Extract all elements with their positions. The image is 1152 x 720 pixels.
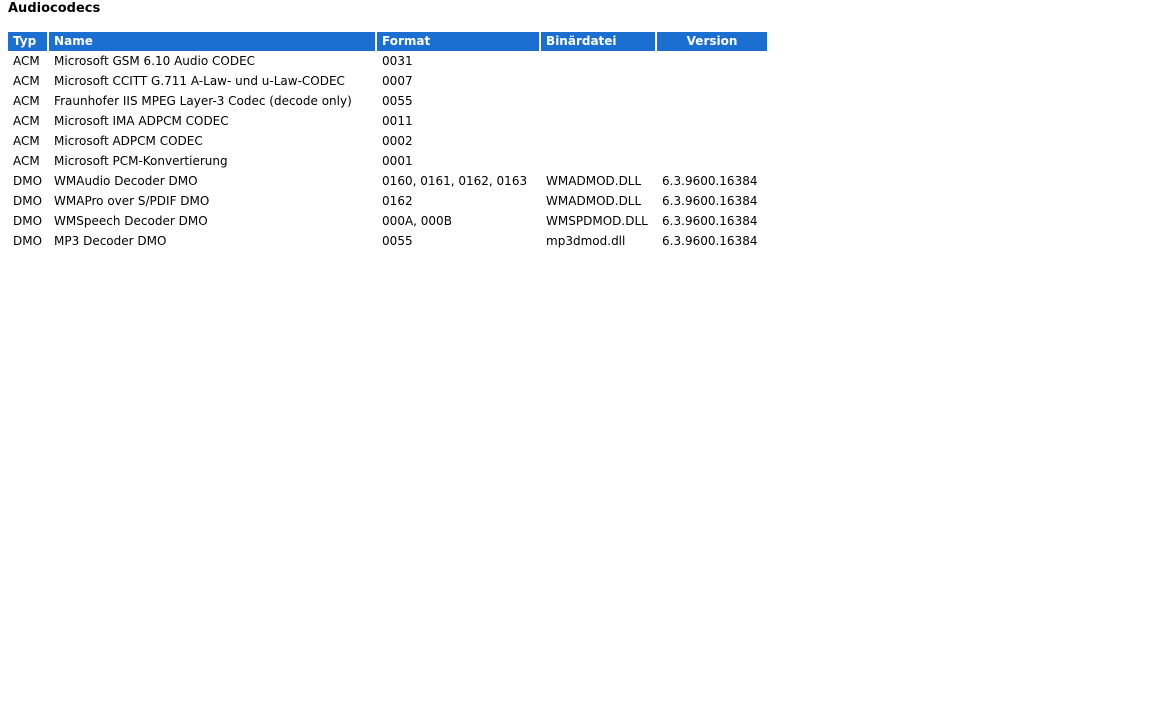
cell-binary	[541, 151, 655, 171]
cell-binary: WMADMOD.DLL	[546, 194, 642, 208]
cell-format: 000A, 000B	[382, 214, 452, 228]
table-row: DMO MP3 Decoder DMO 0055 mp3dmod.dll 6.3.960…	[8, 231, 767, 251]
cell-binary	[541, 71, 655, 91]
cell-version: 6.3.9600.16384	[662, 174, 758, 188]
cell-name: Fraunhofer IIS MPEG Layer-3 Codec (decod…	[54, 94, 352, 108]
cell-version	[657, 51, 767, 71]
cell-version: 6.3.9600.16384	[662, 194, 758, 208]
cell-binary	[541, 131, 655, 151]
cell-binary	[541, 111, 655, 131]
cell-version	[657, 71, 767, 91]
table-row: DMO WMAPro over S/PDIF DMO 0162 WMADMOD.DLL…	[8, 191, 767, 211]
cell-typ: ACM	[13, 154, 40, 168]
cell-version	[657, 111, 767, 131]
cell-name: Microsoft ADPCM CODEC	[54, 134, 203, 148]
column-header-typ: Typ	[8, 32, 48, 51]
table-row: DMO WMAudio Decoder DMO 0160, 0161, 0162, …	[8, 171, 767, 191]
cell-format: 0002	[382, 134, 413, 148]
cell-name: Microsoft PCM-Konvertierung	[54, 154, 228, 168]
cell-typ: ACM	[13, 74, 40, 88]
table-row: ACM Microsoft IMA ADPCM CODEC 0011	[8, 111, 767, 131]
cell-format: 0001	[382, 154, 413, 168]
column-header-version: Version	[657, 32, 768, 51]
cell-typ: DMO	[13, 194, 43, 208]
cell-format: 0162	[382, 194, 413, 208]
table-body: ACM Microsoft GSM 6.10 Audio CODEC 0031 ACM…	[8, 51, 767, 251]
cell-format: 0055	[382, 234, 413, 248]
cell-version	[657, 91, 767, 111]
table-row: ACM Microsoft GSM 6.10 Audio CODEC 0031	[8, 51, 767, 71]
cell-typ: DMO	[13, 214, 43, 228]
cell-name: Microsoft IMA ADPCM CODEC	[54, 114, 229, 128]
cell-version	[657, 131, 767, 151]
table-row: DMO WMSpeech Decoder DMO 000A, 000B WMSPDMO…	[8, 211, 767, 231]
cell-name: WMAudio Decoder DMO	[54, 174, 198, 188]
cell-name: WMAPro over S/PDIF DMO	[54, 194, 210, 208]
cell-name: MP3 Decoder DMO	[54, 234, 167, 248]
cell-binary	[541, 91, 655, 111]
table-row: ACM Microsoft PCM-Konvertierung 0001	[8, 151, 767, 171]
cell-version: 6.3.9600.16384	[662, 214, 758, 228]
cell-format: 0031	[382, 54, 413, 68]
cell-typ: ACM	[13, 94, 40, 108]
cell-binary: mp3dmod.dll	[546, 234, 626, 248]
cell-format: 0055	[382, 94, 413, 108]
cell-binary	[541, 51, 655, 71]
cell-name: WMSpeech Decoder DMO	[54, 214, 208, 228]
audiocodecs-table: Typ Name Format Binärdatei Version ACM Mi…	[6, 32, 769, 251]
table-row: ACM Microsoft CCITT G.711 A-Law- und u-La…	[8, 71, 767, 91]
cell-name: Microsoft CCITT G.711 A-Law- und u-Law-C…	[54, 74, 345, 88]
column-header-name: Name	[49, 32, 376, 51]
table-row: ACM Fraunhofer IIS MPEG Layer-3 Codec (de…	[8, 91, 767, 111]
cell-typ: DMO	[13, 234, 43, 248]
cell-format: 0160, 0161, 0162, 0163	[382, 174, 528, 188]
cell-name: Microsoft GSM 6.10 Audio CODEC	[54, 54, 256, 68]
page: Audiocodecs Typ Name Format Binärdatei V…	[0, 0, 1152, 720]
cell-version: 6.3.9600.16384	[662, 234, 758, 248]
column-header-binary: Binärdatei	[541, 32, 656, 51]
cell-binary: WMADMOD.DLL	[546, 174, 642, 188]
table-header-row: Typ Name Format Binärdatei Version	[8, 32, 768, 51]
cell-typ: ACM	[13, 134, 40, 148]
cell-typ: ACM	[13, 114, 40, 128]
cell-binary: WMSPDMOD.DLL	[546, 214, 648, 228]
table-row: ACM Microsoft ADPCM CODEC 0002	[8, 131, 767, 151]
cell-format: 0007	[382, 74, 413, 88]
column-header-format: Format	[377, 32, 540, 51]
cell-typ: DMO	[13, 174, 43, 188]
cell-format: 0011	[382, 114, 413, 128]
cell-version	[657, 151, 767, 171]
page-title: Audiocodecs	[8, 1, 101, 16]
cell-typ: ACM	[13, 54, 40, 68]
